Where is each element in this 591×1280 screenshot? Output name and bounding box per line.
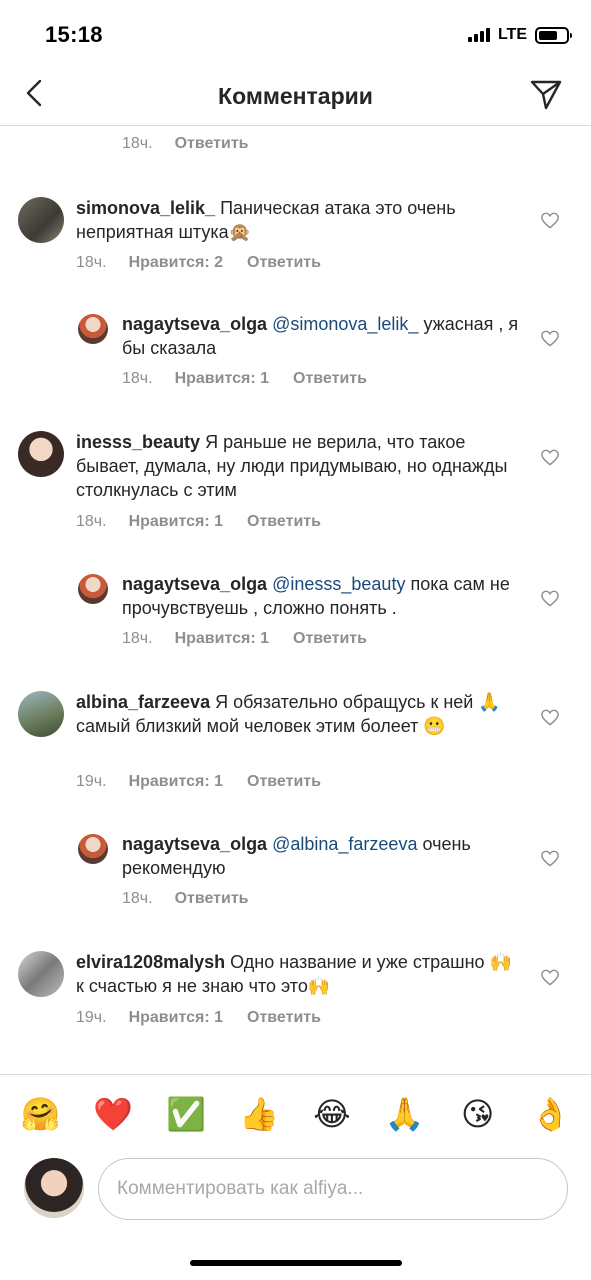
comment-meta: 18ч. Ответить — [122, 135, 249, 153]
status-time: 15:18 — [45, 22, 103, 47]
comment-composer — [0, 1152, 591, 1232]
reply-button[interactable]: Ответить — [175, 135, 249, 153]
reply-button[interactable]: Ответить — [247, 773, 321, 791]
comment-mention[interactable]: @inesss_beauty — [272, 574, 405, 594]
ok-hand-emoji-button[interactable]: 👌 — [525, 1088, 577, 1140]
comment-username[interactable]: elvira1208malysh — [76, 952, 225, 972]
avatar[interactable] — [78, 574, 108, 604]
likes-count[interactable]: Нравится: 2 — [129, 254, 223, 272]
signal-icon — [467, 28, 490, 42]
likes-count[interactable]: Нравится: 1 — [175, 370, 269, 388]
battery-level — [539, 30, 558, 40]
like-heart-icon[interactable] — [541, 969, 559, 986]
likes-count[interactable]: Нравится: 1 — [129, 513, 223, 531]
comment-username[interactable]: nagaytseva_olga — [122, 834, 267, 854]
comment-input[interactable] — [98, 1158, 568, 1220]
network-label: LTE — [497, 26, 527, 43]
avatar[interactable] — [78, 314, 108, 344]
comment-meta: 18ч. Нравится: 1 Ответить — [122, 370, 367, 388]
likes-count[interactable]: Нравится: 1 — [175, 630, 269, 648]
red-heart-emoji-button[interactable]: ❤️ — [87, 1088, 139, 1140]
comment-meta: 19ч. Нравится: 1 Ответить — [76, 773, 321, 791]
avatar[interactable] — [18, 691, 64, 737]
comment-username[interactable]: inesss_beauty — [76, 432, 200, 452]
comment-text: elvira1208malysh Одно название и уже стр… — [76, 950, 516, 998]
likes-count[interactable]: Нравится: 1 — [129, 773, 223, 791]
reply-button[interactable]: Ответить — [293, 630, 367, 648]
comment-meta: 18ч. Ответить — [122, 890, 249, 908]
battery-icon — [535, 26, 572, 44]
reply-button[interactable]: Ответить — [247, 513, 321, 531]
comments-list[interactable]: 18ч. Ответить simonova_lelik_ Паническая… — [0, 127, 591, 1074]
send-direct-icon[interactable] — [529, 77, 563, 111]
comment-text: nagaytseva_olga @inesss_beauty пока сам … — [122, 572, 522, 620]
hugging-face-emoji-button[interactable]: 🤗 — [14, 1088, 66, 1140]
comment-text: albina_farzeeva Я обязательно обращусь к… — [76, 690, 516, 738]
avatar[interactable] — [78, 834, 108, 864]
current-user-avatar — [24, 1158, 84, 1218]
page-title: Комментарии — [218, 83, 373, 109]
folded-hands-emoji-button[interactable]: 🙏 — [379, 1088, 431, 1140]
comment-text: nagaytseva_olga @simonova_lelik_ ужасная… — [122, 312, 522, 360]
status-indicators: LTE — [467, 26, 572, 44]
thumbs-up-emoji-button[interactable]: 👍 — [233, 1088, 285, 1140]
comment-mention[interactable]: @simonova_lelik_ — [272, 314, 418, 334]
likes-count[interactable]: Нравится: 1 — [129, 1009, 223, 1027]
nav-bar: Комментарии — [0, 66, 591, 126]
comment-username[interactable]: albina_farzeeva — [76, 692, 210, 712]
comment-text: simonova_lelik_ Паническая атака это оче… — [76, 196, 516, 244]
check-mark-emoji-button[interactable]: ✅ — [160, 1088, 212, 1140]
comment-username[interactable]: simonova_lelik_ — [76, 198, 215, 218]
avatar[interactable] — [18, 197, 64, 243]
reply-button[interactable]: Ответить — [175, 890, 249, 908]
comment-username[interactable]: nagaytseva_olga — [122, 574, 267, 594]
reply-button[interactable]: Ответить — [247, 254, 321, 272]
emoji-quick-bar: 🤗 ❤️ ✅ 👍 😂 🙏 😘 👌 — [0, 1074, 591, 1152]
like-heart-icon[interactable] — [541, 590, 559, 607]
reply-button[interactable]: Ответить — [247, 1009, 321, 1027]
comment-meta: 18ч. Нравится: 2 Ответить — [76, 254, 321, 272]
tears-of-joy-emoji-button[interactable]: 😂 — [306, 1088, 358, 1140]
reply-button[interactable]: Ответить — [293, 370, 367, 388]
like-heart-icon[interactable] — [541, 709, 559, 726]
comment-username[interactable]: nagaytseva_olga — [122, 314, 267, 334]
comment-meta: 18ч. Нравится: 1 Ответить — [76, 513, 321, 531]
avatar[interactable] — [18, 431, 64, 477]
kiss-face-emoji-button[interactable]: 😘 — [452, 1088, 504, 1140]
like-heart-icon[interactable] — [541, 850, 559, 867]
avatar[interactable] — [18, 951, 64, 997]
like-heart-icon[interactable] — [541, 449, 559, 466]
like-heart-icon[interactable] — [541, 330, 559, 347]
comment-mention[interactable]: @albina_farzeeva — [272, 834, 417, 854]
comment-text: nagaytseva_olga @albina_farzeeva очень р… — [122, 832, 522, 880]
comment-meta: 18ч. Нравится: 1 Ответить — [122, 630, 367, 648]
status-bar: 15:18 LTE — [0, 0, 591, 70]
comment-meta: 19ч. Нравится: 1 Ответить — [76, 1009, 321, 1027]
comment-text: inesss_beauty Я раньше не верила, что та… — [76, 430, 520, 502]
home-indicator[interactable] — [190, 1260, 402, 1266]
like-heart-icon[interactable] — [541, 212, 559, 229]
